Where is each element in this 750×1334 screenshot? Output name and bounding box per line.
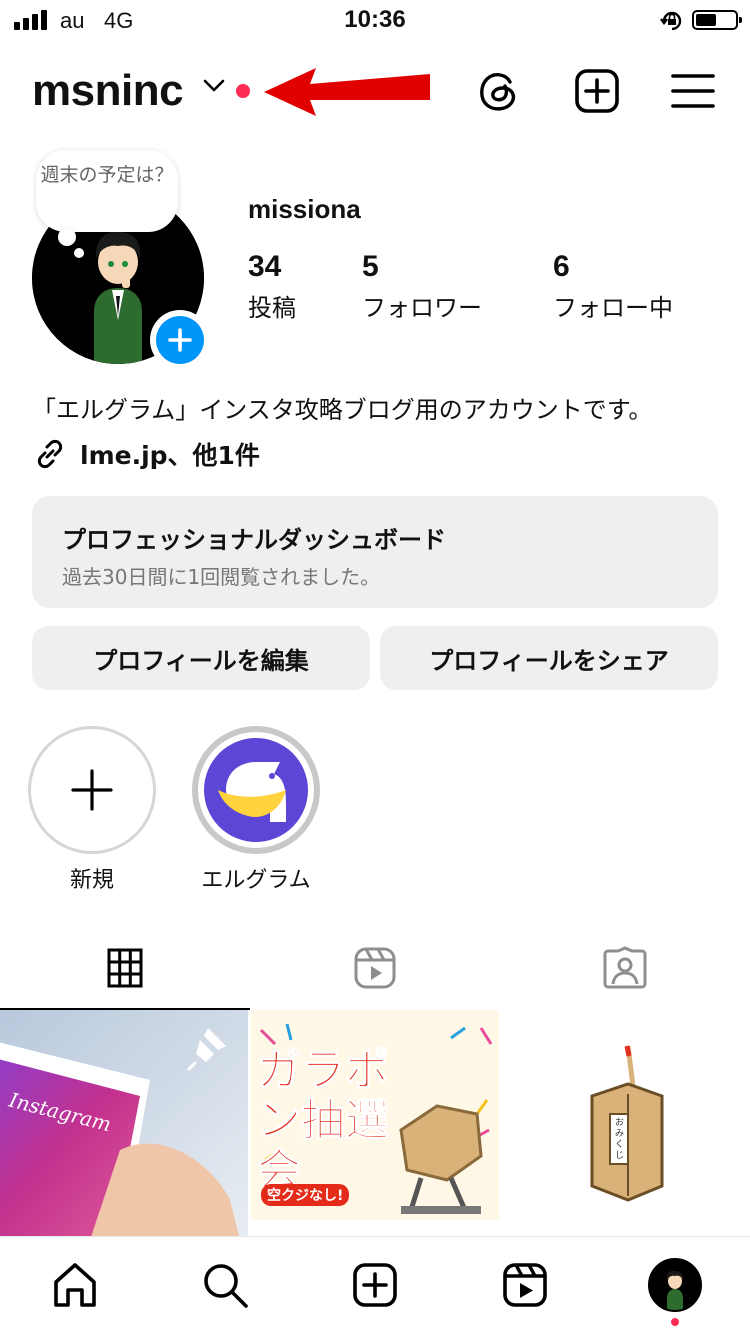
profile-notification-dot	[671, 1318, 679, 1326]
home-icon	[54, 1263, 96, 1307]
status-time: 10:36	[344, 6, 406, 33]
stat-posts-label: 投稿	[248, 294, 296, 322]
account-switcher[interactable]: msninc	[32, 66, 184, 116]
post-grid: Instagram ガラポン抽選会 空クジなし! おみくじ	[0, 1010, 750, 1236]
highlight-elgram-label: エルグラム	[201, 868, 311, 893]
dashboard-title: プロフェッショナルダッシュボード	[62, 526, 446, 554]
stat-following[interactable]: 6 フォロー中	[553, 250, 673, 323]
rotation-lock-icon	[660, 11, 682, 31]
note-bubble-tail	[58, 228, 76, 246]
notification-dot	[236, 84, 250, 98]
battery-icon	[692, 10, 742, 30]
tab-tagged[interactable]	[500, 926, 750, 1010]
add-story-button[interactable]	[150, 310, 210, 370]
stat-followers-label: フォロワー	[362, 294, 482, 322]
post-thumbnail-garapon[interactable]: ガラポン抽選会 空クジなし!	[251, 1010, 499, 1236]
nav-create[interactable]	[347, 1257, 403, 1313]
dashboard-subtitle: 過去30日間に1回閲覧されました。	[62, 565, 381, 589]
stat-following-count: 6	[553, 250, 570, 283]
elgram-logo-icon	[204, 738, 308, 842]
profile-bio: 「エルグラム」インスタ攻略ブログ用のアカウントです。	[32, 396, 653, 424]
search-icon	[204, 1264, 248, 1308]
post-thumbnail-instagram[interactable]: Instagram	[0, 1010, 248, 1236]
plus-icon	[168, 328, 192, 352]
avatar	[648, 1258, 702, 1312]
stat-posts-count: 34	[248, 250, 282, 283]
edit-profile-button[interactable]: プロフィールを編集	[32, 626, 370, 690]
tab-reels[interactable]	[250, 926, 500, 1010]
threads-icon[interactable]	[474, 66, 524, 116]
nav-reels[interactable]	[497, 1257, 553, 1313]
profile-note[interactable]: 週末の予定は？	[36, 150, 178, 232]
reels-icon	[503, 1263, 547, 1307]
highlight-new[interactable]: 新規	[28, 726, 156, 894]
plus-icon	[71, 769, 113, 811]
stat-followers-count: 5	[362, 250, 379, 283]
profile-tabs	[0, 926, 750, 1010]
link-icon	[37, 439, 63, 469]
professional-dashboard[interactable]: プロフェッショナルダッシュボード 過去30日間に1回閲覧されました。	[32, 496, 718, 608]
post-thumbnail-label: おみくじ	[615, 1118, 625, 1161]
post-thumbnail-subtitle: 空クジなし!	[261, 1184, 350, 1206]
display-name: missiona	[248, 194, 361, 224]
create-post-icon[interactable]	[572, 66, 622, 116]
highlight-elgram[interactable]: エルグラム	[192, 726, 320, 894]
create-icon	[353, 1263, 397, 1307]
profile-link[interactable]: lme.jp、他1件	[32, 436, 260, 472]
post-thumbnail-title: ガラポン抽選会	[257, 1046, 390, 1196]
nav-home[interactable]	[47, 1257, 103, 1313]
tagged-person-icon	[603, 946, 647, 989]
note-bubble-tail-small	[74, 248, 84, 258]
stat-following-label: フォロー中	[553, 294, 673, 322]
profile-link-text: lme.jp、他1件	[80, 441, 260, 470]
bottom-navigation	[0, 1236, 750, 1334]
stat-posts[interactable]: 34 投稿	[248, 250, 296, 323]
grid-icon	[107, 948, 143, 988]
stat-followers[interactable]: 5 フォロワー	[362, 250, 482, 323]
highlight-new-ring	[28, 726, 156, 854]
menu-icon[interactable]	[668, 66, 718, 116]
highlight-new-label: 新規	[69, 868, 114, 893]
red-arrow-annotation	[264, 68, 430, 116]
reels-icon	[354, 947, 396, 989]
nav-profile[interactable]	[647, 1257, 703, 1313]
nav-search[interactable]	[197, 1257, 253, 1313]
status-bar: au 4G 10:36	[0, 0, 750, 44]
tab-posts-grid[interactable]	[0, 926, 250, 1010]
chevron-down-icon[interactable]	[202, 78, 226, 94]
highlight-elgram-ring	[192, 726, 320, 854]
share-profile-button[interactable]: プロフィールをシェア	[380, 626, 718, 690]
post-thumbnail-omikuji[interactable]: おみくじ	[502, 1010, 750, 1236]
profile-header: msninc	[0, 50, 750, 134]
